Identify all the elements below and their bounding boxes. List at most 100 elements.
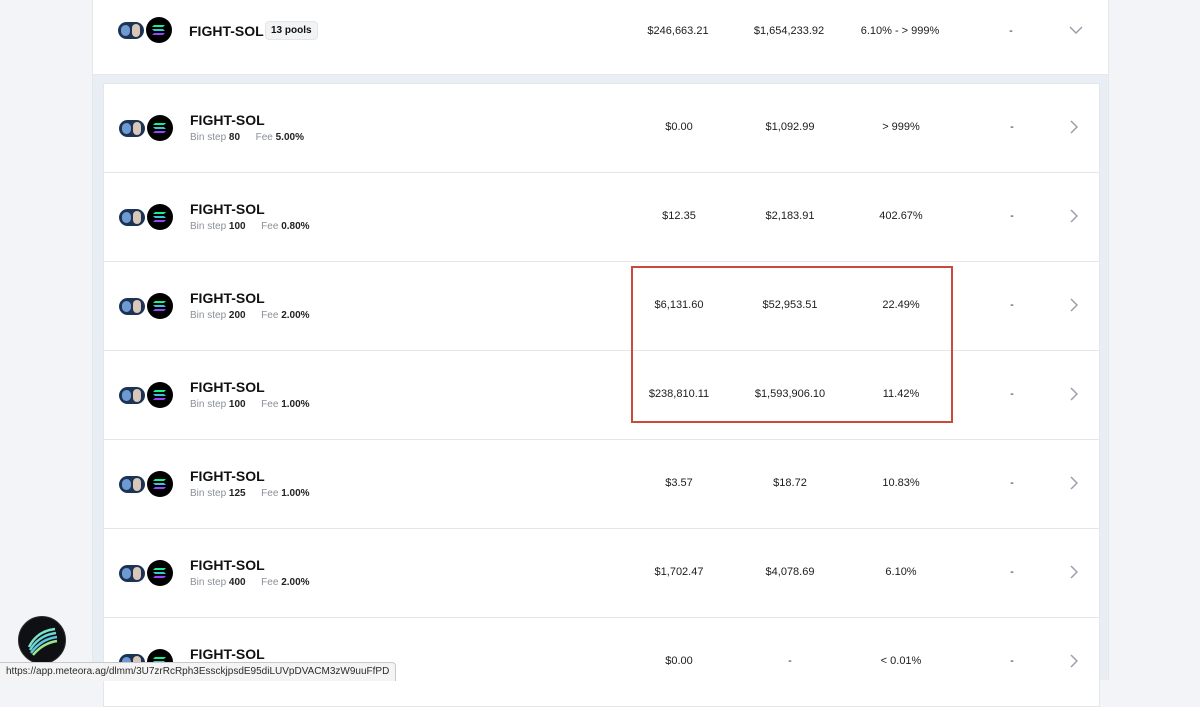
pool-pair-name: FIGHT-SOL [190,468,265,484]
pool-extra: - [1010,210,1014,222]
pool-volume: $18.72 [773,477,807,489]
pools-panel: FIGHT-SOL 13 pools $246,663.21 $1,654,23… [92,0,1109,707]
pool-extra: - [1010,477,1014,489]
sol-token-icon [147,382,173,408]
fee-value: 1.00% [281,488,310,499]
pool-meta: Bin step 80 Fee 5.00% [190,132,304,143]
bin-step-label: Bin step [190,577,227,588]
chevron-right-icon[interactable] [1070,654,1078,668]
bin-step-value: 400 [228,577,246,588]
pool-row[interactable]: FIGHT-SOL Bin step 400 Fee 2.00% $1,702.… [104,529,1099,618]
fee-value: 1.00% [281,399,310,410]
fee-label: Fee [255,132,273,143]
chevron-right-icon[interactable] [1070,387,1078,401]
bin-step-value: 125 [228,488,246,499]
pool-volume: $2,183.91 [765,210,815,222]
group-pair-name: FIGHT-SOL [189,23,264,39]
sol-token-icon [147,471,173,497]
pair-icons [119,471,179,499]
fee-value: 2.00% [281,577,310,588]
pool-meta: Bin step 400 Fee 2.00% [190,577,310,588]
pool-meta: Bin step 200 Fee 2.00% [190,310,310,321]
pool-extra: - [1010,566,1014,578]
sol-token-icon [147,115,173,141]
fee-value: 0.80% [281,221,310,232]
pair-icons [119,115,179,143]
pool-meta: Bin step 100 Fee 1.00% [190,399,310,410]
chevron-down-icon[interactable] [1069,26,1083,34]
meteora-logo[interactable] [18,616,66,664]
pool-volume: $4,078.69 [765,566,815,578]
fight-token-icon [119,120,145,137]
pool-pair-name: FIGHT-SOL [190,379,265,395]
sol-token-icon [146,17,172,43]
pair-icons [119,560,179,588]
fight-token-icon [118,22,144,39]
pool-extra: - [1010,655,1014,667]
fight-token-icon [119,209,145,226]
pool-liquidity: $3.57 [665,477,693,489]
fight-token-icon [119,476,145,493]
pool-extra: - [1010,299,1014,311]
pool-group-row[interactable]: FIGHT-SOL 13 pools $246,663.21 $1,654,23… [93,0,1108,75]
pool-meta: Bin step 100 Fee 0.80% [190,221,310,232]
pool-liquidity: $1,702.47 [654,566,704,578]
pool-row[interactable]: FIGHT-SOL Bin step 100 Fee 0.80% $12.35 … [104,173,1099,262]
pool-extra: - [1010,388,1014,400]
chevron-right-icon[interactable] [1070,209,1078,223]
bin-step-label: Bin step [190,399,227,410]
pool-liquidity: $0.00 [665,121,693,133]
pair-icons [119,293,179,321]
chevron-right-icon[interactable] [1070,476,1078,490]
fee-label: Fee [261,488,279,499]
chevron-right-icon[interactable] [1070,120,1078,134]
bin-step-label: Bin step [190,221,227,232]
pair-icons [119,382,179,410]
fee-label: Fee [261,399,279,410]
pair-icons [118,17,178,45]
pools-count-badge: 13 pools [265,21,318,40]
fee-label: Fee [261,310,279,321]
chevron-right-icon[interactable] [1070,298,1078,312]
pool-pair-name: FIGHT-SOL [190,557,265,573]
bin-step-label: Bin step [190,132,227,143]
bin-step-label: Bin step [190,310,227,321]
pool-row[interactable]: FIGHT-SOL Bin step 125 Fee 1.00% $3.57 $… [104,440,1099,529]
pool-list-container: FIGHT-SOL Bin step 80 Fee 5.00% $0.00 $1… [93,75,1108,707]
group-liquidity: $246,663.21 [647,25,709,37]
group-extra: - [1009,25,1013,37]
bin-step-value: 100 [228,221,246,232]
pool-pair-name: FIGHT-SOL [190,201,265,217]
pool-liquidity: $0.00 [665,655,693,667]
highlight-box [631,266,953,423]
chevron-right-icon[interactable] [1070,565,1078,579]
bin-step-label: Bin step [190,488,227,499]
fee-value: 2.00% [281,310,310,321]
pool-meta: Bin step 125 Fee 1.00% [190,488,310,499]
fight-token-icon [119,387,145,404]
pool-extra: - [1010,121,1014,133]
pool-pair-name: FIGHT-SOL [190,112,265,128]
sol-token-icon [147,293,173,319]
bin-step-value: 100 [228,399,246,410]
pool-liquidity: $12.35 [662,210,696,222]
pool-pair-name: FIGHT-SOL [190,290,265,306]
pool-row[interactable]: FIGHT-SOL Bin step 80 Fee 5.00% $0.00 $1… [104,84,1099,173]
pool-pair-name: FIGHT-SOL [190,646,265,662]
bin-step-value: 200 [228,310,246,321]
fee-label: Fee [261,577,279,588]
sol-token-icon [147,560,173,586]
pool-volume: - [788,655,792,667]
pair-icons [119,204,179,232]
pool-apr: 10.83% [882,477,920,489]
fee-label: Fee [261,221,279,232]
sol-token-icon [147,204,173,230]
fee-value: 5.00% [275,132,304,143]
group-volume: $1,654,233.92 [753,25,825,37]
group-apr: 6.10% - > 999% [860,25,940,37]
pool-apr: < 0.01% [880,655,922,667]
bin-step-value: 80 [228,132,241,143]
pool-apr: 6.10% [885,566,917,578]
pool-volume: $1,092.99 [765,121,815,133]
pool-apr: > 999% [882,121,920,133]
